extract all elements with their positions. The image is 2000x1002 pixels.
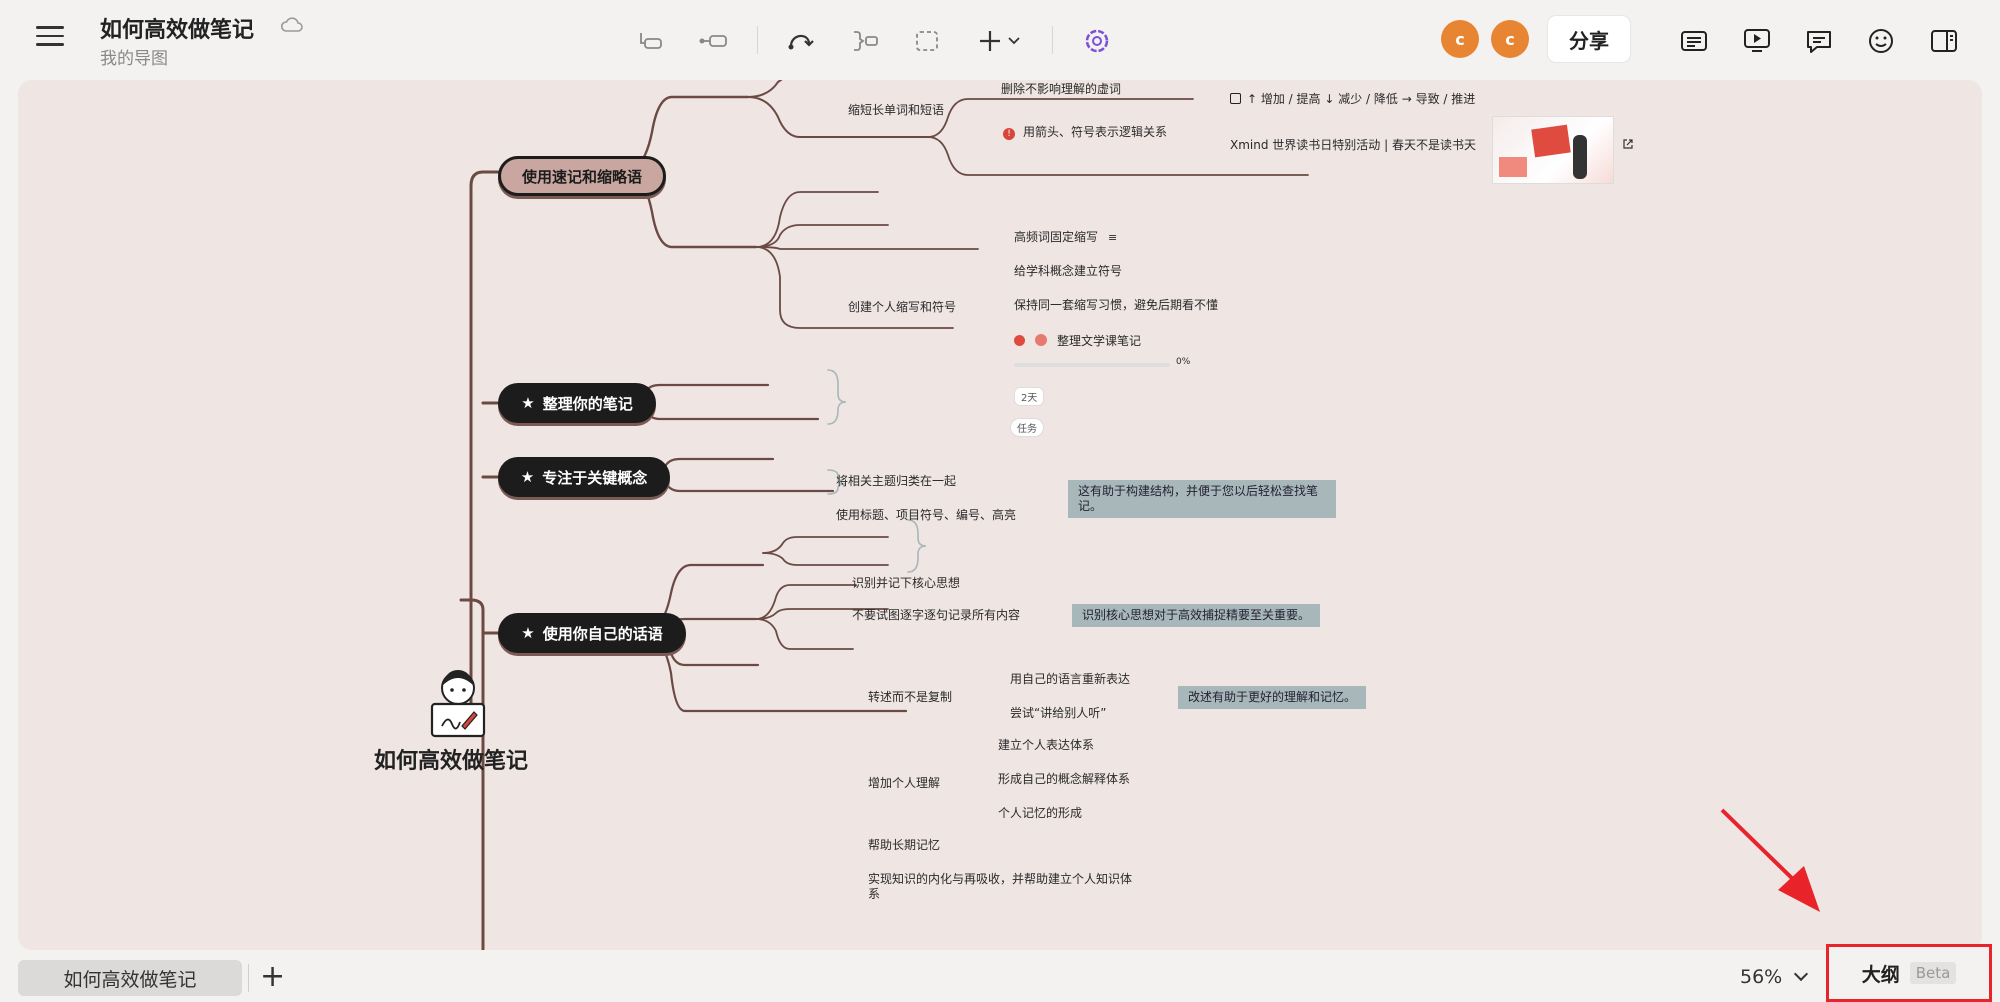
external-link-icon[interactable]	[1622, 138, 1634, 150]
top-bar: 如何高效做笔记 我的导图 c c 分享	[0, 0, 2000, 80]
toolbar-divider	[757, 26, 758, 54]
summary-note[interactable]: 这有助于构建结构，并便于您以后轻松查找笔记。	[1068, 480, 1336, 518]
subtopic[interactable]: 将相关主题归类在一起	[836, 472, 956, 489]
summary-note[interactable]: 识别核心思想对于高效捕捉精要至关重要。	[1072, 604, 1321, 627]
subtopic-icon[interactable]	[696, 24, 730, 58]
relationship-icon[interactable]	[784, 24, 818, 58]
outline-label: 大纲	[1861, 963, 1900, 986]
tab-divider	[248, 964, 249, 992]
panel-icon[interactable]	[1927, 24, 1961, 58]
zoom-control[interactable]: 56%	[1740, 966, 1809, 988]
subtopic[interactable]: 创建个人缩写和符号	[848, 298, 956, 315]
task-icon	[1035, 334, 1047, 346]
emoji-icon[interactable]	[1864, 24, 1898, 58]
subtopic-label: ↑ 增加 / 提高 ↓ 减少 / 降低 → 导致 / 推进	[1247, 92, 1476, 106]
bottom-bar: 如何高效做笔记 + 56%	[0, 950, 2000, 1002]
chevron-down-icon	[1794, 966, 1809, 982]
priority-1-icon: !	[1003, 128, 1015, 140]
topic-label: 使用速记和缩略语	[521, 167, 642, 186]
subtopic[interactable]: 尝试“讲给别人听”	[1010, 704, 1106, 721]
star-icon: ★	[521, 624, 535, 642]
boundary-icon[interactable]	[910, 24, 944, 58]
cloud-sync-icon	[280, 17, 303, 32]
note-icon: ≡	[1108, 231, 1118, 244]
task-duration-badge: 2天	[1014, 387, 1045, 406]
subtopic[interactable]: 增加个人理解	[868, 774, 940, 791]
subtopic[interactable]: 保持同一套缩写习惯，避免后期看不懂	[1014, 296, 1218, 313]
root-illustration-icon	[430, 670, 486, 738]
subtopic[interactable]: 高频词固定缩写 ≡	[1014, 228, 1117, 245]
link-image-thumbnail[interactable]	[1492, 116, 1614, 184]
subtopic[interactable]: 不要试图逐字逐句记录所有内容	[852, 606, 1020, 623]
ai-icon[interactable]	[1080, 24, 1114, 58]
subtopic[interactable]: 使用标题、项目符号、编号、高亮	[836, 506, 1016, 523]
subtopic-label: 整理文学课笔记	[1057, 334, 1142, 348]
subtopic[interactable]: 用自己的语言重新表达	[1010, 670, 1130, 687]
annotation-arrow-icon	[1720, 808, 1820, 912]
status-dot-icon	[1014, 335, 1025, 346]
topic-icon[interactable]	[634, 24, 668, 58]
add-sheet-button[interactable]: +	[260, 962, 285, 992]
summary-note[interactable]: 改述有助于更好的理解和记忆。	[1178, 686, 1367, 709]
subtopic[interactable]: ↑ 增加 / 提高 ↓ 减少 / 降低 → 导致 / 推进	[1230, 90, 1475, 107]
subtopic[interactable]: 个人记忆的形成	[998, 804, 1082, 821]
avatar[interactable]: c	[1441, 20, 1479, 58]
subtopic[interactable]: 整理文学课笔记	[1014, 332, 1141, 349]
subtopic[interactable]: 识别并记下核心思想	[852, 574, 960, 591]
summary-icon[interactable]	[848, 24, 882, 58]
insert-icon[interactable]	[976, 24, 1026, 58]
progress-text: 0%	[1176, 357, 1191, 367]
task-label[interactable]: 任务	[1010, 418, 1044, 437]
outline-button[interactable]: 大纲 Beta	[1826, 944, 1992, 1002]
topic-organize[interactable]: ★ 整理你的笔记	[498, 383, 656, 423]
subtopic[interactable]: 给学科概念建立符号	[1014, 262, 1122, 279]
topic-label: 整理你的笔记	[542, 394, 633, 413]
subtopic[interactable]: 帮助长期记忆	[868, 836, 940, 853]
avatar[interactable]: c	[1491, 20, 1529, 58]
subtopic[interactable]: 缩短长单词和短语	[848, 101, 944, 118]
presentation-icon[interactable]	[1740, 24, 1774, 58]
document-title[interactable]: 如何高效做笔记	[100, 12, 254, 44]
zoom-level: 56%	[1740, 966, 1783, 988]
subtopic[interactable]: 实现知识的内化与再吸收，并帮助建立个人知识体系	[868, 872, 1136, 902]
subtopic[interactable]: Xmind 世界读书日特别活动 | 春天不是读书天	[1230, 136, 1476, 153]
task-progress-bar	[1014, 363, 1170, 367]
format-icon[interactable]	[1677, 24, 1711, 58]
subtopic-label: 高频词固定缩写	[1014, 230, 1099, 244]
subtopic[interactable]: 形成自己的概念解释体系	[998, 770, 1130, 787]
menu-icon[interactable]	[36, 26, 64, 48]
comment-icon[interactable]	[1802, 24, 1836, 58]
subtopic[interactable]: 转述而不是复制	[868, 688, 952, 705]
subtopic-label: 用箭头、符号表示逻辑关系	[1023, 125, 1168, 139]
subtopic[interactable]: 删除不影响理解的虚词	[1001, 80, 1121, 97]
topic-focus[interactable]: ★ 专注于关键概念	[498, 457, 670, 497]
share-button[interactable]: 分享	[1548, 16, 1630, 62]
mindmap-canvas[interactable]: 如何高效做笔记 使用速记和缩略语 ★ 整理你的笔记 ★ 专注于关键概念 ★ 使用…	[18, 80, 1982, 950]
subtopic[interactable]: ! 用箭头、符号表示逻辑关系	[1003, 123, 1167, 140]
beta-badge: Beta	[1909, 962, 1957, 984]
topic-own-words[interactable]: ★ 使用你自己的话语	[498, 613, 686, 653]
checkbox-icon[interactable]	[1230, 93, 1241, 104]
topic-label: 使用你自己的话语	[542, 624, 663, 643]
sheet-tab[interactable]: 如何高效做笔记	[18, 960, 242, 996]
subtopic[interactable]: 建立个人表达体系	[998, 736, 1094, 753]
toolbar-divider	[1052, 26, 1053, 54]
topic-shorthand[interactable]: 使用速记和缩略语	[498, 156, 666, 196]
star-icon: ★	[520, 468, 535, 486]
topic-label: 专注于关键概念	[542, 468, 648, 487]
root-topic[interactable]: 如何高效做笔记	[374, 743, 528, 775]
star-icon: ★	[521, 394, 535, 412]
document-location[interactable]: 我的导图	[100, 44, 168, 69]
